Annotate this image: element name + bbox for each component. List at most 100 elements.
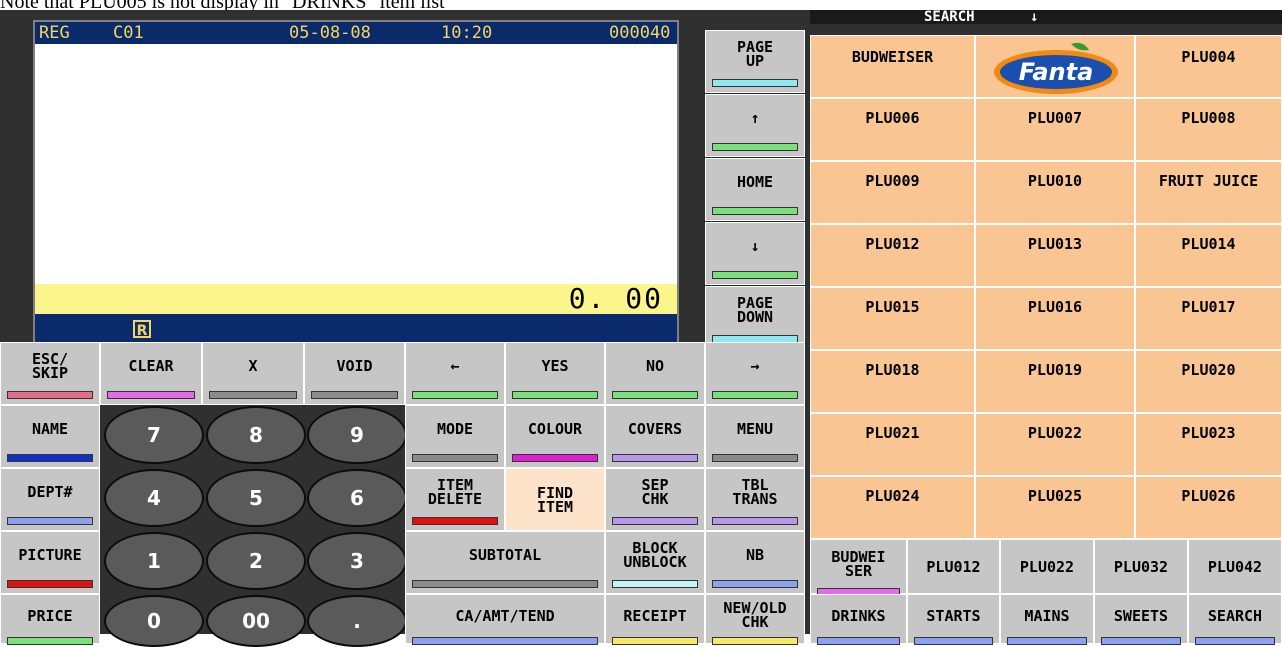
plu-key-plu021[interactable]: PLU021 [810,413,975,476]
sep-chk-key[interactable]: SEP CHK [605,468,705,531]
tab-mains[interactable]: MAINS [1000,594,1094,645]
price-key[interactable]: PRICE [0,594,100,645]
tbl-trans-key[interactable]: TBL TRANS [705,468,805,531]
plu-key-plu019[interactable]: PLU019 [975,350,1135,413]
plu-key-plu016[interactable]: PLU016 [975,287,1135,350]
void-key[interactable]: VOID [304,342,405,405]
plu-key-plu014[interactable]: PLU014 [1135,224,1282,287]
home-label: HOME [736,172,774,191]
receipt-key[interactable]: RECEIPT [605,594,705,645]
subtotal-key[interactable]: SUBTOTAL [405,531,605,594]
numpad-6-key[interactable]: 6 [307,469,407,527]
plu-label: FRUIT JUICE [1158,172,1259,190]
receipt-number: 000040 [609,23,671,43]
plu-key-plu017[interactable]: PLU017 [1135,287,1282,350]
plu-key-plu015[interactable]: PLU015 [810,287,975,350]
receipt-icon: R [133,320,151,339]
pos-panel: REG C01 05-08-08 10:20 000040 0. 00 R SE… [0,10,1282,647]
block-unblock-label: BLOCK UNBLOCK [623,538,687,571]
numpad-7-key[interactable]: 7 [104,406,204,464]
no-key[interactable]: NO [605,342,705,405]
colour-label: COLOUR [527,419,583,438]
plu-label: PLU021 [865,424,920,442]
numpad-decimal-key[interactable]: . [307,595,407,647]
page-down-key[interactable]: PAGE DOWN [705,286,805,349]
tab-label: SEARCH [1207,607,1263,625]
picture-key[interactable]: PICTURE [0,531,100,594]
nb-key[interactable]: NB [705,531,805,594]
numpad-4-key[interactable]: 4 [104,469,204,527]
display-status-bar: REG C01 05-08-08 10:20 000040 [35,22,677,44]
plu-key-plu013[interactable]: PLU013 [975,224,1135,287]
tab-sweets[interactable]: SWEETS [1094,594,1188,645]
quick-key-plu012[interactable]: PLU012 [907,539,1000,594]
numpad-00-key[interactable]: 00 [206,595,306,647]
plu-label: PLU010 [1027,172,1083,190]
find-item-key[interactable]: FIND ITEM [505,468,605,531]
quick-key-plu022[interactable]: PLU022 [1000,539,1094,594]
yes-label: YES [541,356,569,375]
home-key[interactable]: HOME [705,158,805,221]
tab-search[interactable]: SEARCH [1188,594,1282,645]
quick-key-plu042[interactable]: PLU042 [1188,539,1282,594]
up-arrow-icon: ↑ [750,108,760,127]
tab-drinks[interactable]: DRINKS [810,594,907,645]
plu-key-plu020[interactable]: PLU020 [1135,350,1282,413]
plu-label: PLU007 [1027,109,1083,127]
plu-key-plu022[interactable]: PLU022 [975,413,1135,476]
plu-key-plu018[interactable]: PLU018 [810,350,975,413]
numpad-5-key[interactable]: 5 [206,469,306,527]
right-arrow-key[interactable]: → [705,342,805,405]
numpad-8-key[interactable]: 8 [206,406,306,464]
plu-label: PLU024 [865,487,920,505]
numpad-3-key[interactable]: 3 [307,532,407,590]
plu-key-plu008[interactable]: PLU008 [1135,98,1282,161]
color-bar [512,391,598,399]
down-arrow-key[interactable]: ↓ [705,222,805,285]
page-up-key[interactable]: PAGE UP [705,30,805,93]
numpad-0-key[interactable]: 0 [104,595,204,647]
colour-key[interactable]: COLOUR [505,405,605,468]
quick-key-plu032[interactable]: PLU032 [1094,539,1188,594]
plu-key-plu004[interactable]: PLU004 [1135,35,1282,98]
plu-key-plu026[interactable]: PLU026 [1135,476,1282,539]
tab-starts[interactable]: STARTS [907,594,1000,645]
dept-key[interactable]: DEPT# [0,468,100,531]
up-arrow-key[interactable]: ↑ [705,94,805,157]
block-unblock-key[interactable]: BLOCK UNBLOCK [605,531,705,594]
x-key[interactable]: X [202,342,304,405]
mode-key[interactable]: MODE [405,405,505,468]
plu-key-plu007[interactable]: PLU007 [975,98,1135,161]
plu-key-plu009[interactable]: PLU009 [810,161,975,224]
numpad-2-key[interactable]: 2 [206,532,306,590]
plu-key-fanta[interactable]: Fanta [975,35,1135,98]
date-text: 05-08-08 [289,23,371,43]
name-key[interactable]: NAME [0,405,100,468]
plu-key-plu010[interactable]: PLU010 [975,161,1135,224]
color-bar [512,454,598,462]
menu-key[interactable]: MENU [705,405,805,468]
item-delete-key[interactable]: ITEM DELETE [405,468,505,531]
plu-key-plu024[interactable]: PLU024 [810,476,975,539]
clear-key[interactable]: CLEAR [100,342,202,405]
plu-key-fruit-juice[interactable]: FRUIT JUICE [1135,161,1282,224]
left-arrow-key[interactable]: ← [405,342,505,405]
plu-key-plu006[interactable]: PLU006 [810,98,975,161]
numpad-1-key[interactable]: 1 [104,532,204,590]
plu-key-plu025[interactable]: PLU025 [975,476,1135,539]
plu-label: PLU009 [865,172,920,190]
numpad-9-key[interactable]: 9 [307,406,407,464]
esc-skip-key[interactable]: ESC/ SKIP [0,342,100,405]
color-bar [412,454,498,462]
ca-amt-tend-key[interactable]: CA/AMT/TEND [405,594,605,645]
plu-key-budweiser[interactable]: BUDWEISER [810,35,975,98]
covers-key[interactable]: COVERS [605,405,705,468]
quick-key-budweiser[interactable]: BUDWEI SER [810,539,907,596]
plu-key-plu023[interactable]: PLU023 [1135,413,1282,476]
plu-key-plu012[interactable]: PLU012 [810,224,975,287]
tab-label: STARTS [926,607,981,625]
yes-key[interactable]: YES [505,342,605,405]
color-bar [7,454,93,462]
color-bar [412,637,598,645]
new-old-chk-key[interactable]: NEW/OLD CHK [705,594,805,645]
